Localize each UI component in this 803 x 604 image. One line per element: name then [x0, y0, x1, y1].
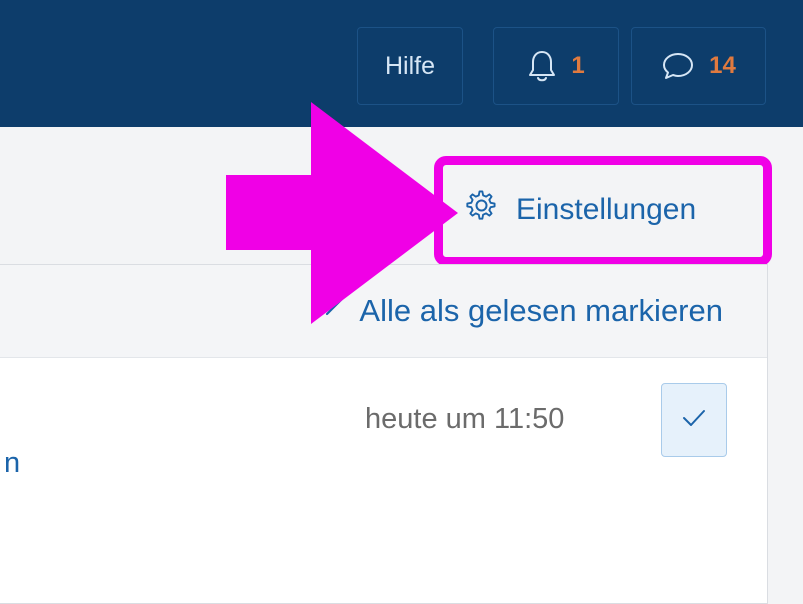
annotation-arrow	[226, 102, 458, 324]
